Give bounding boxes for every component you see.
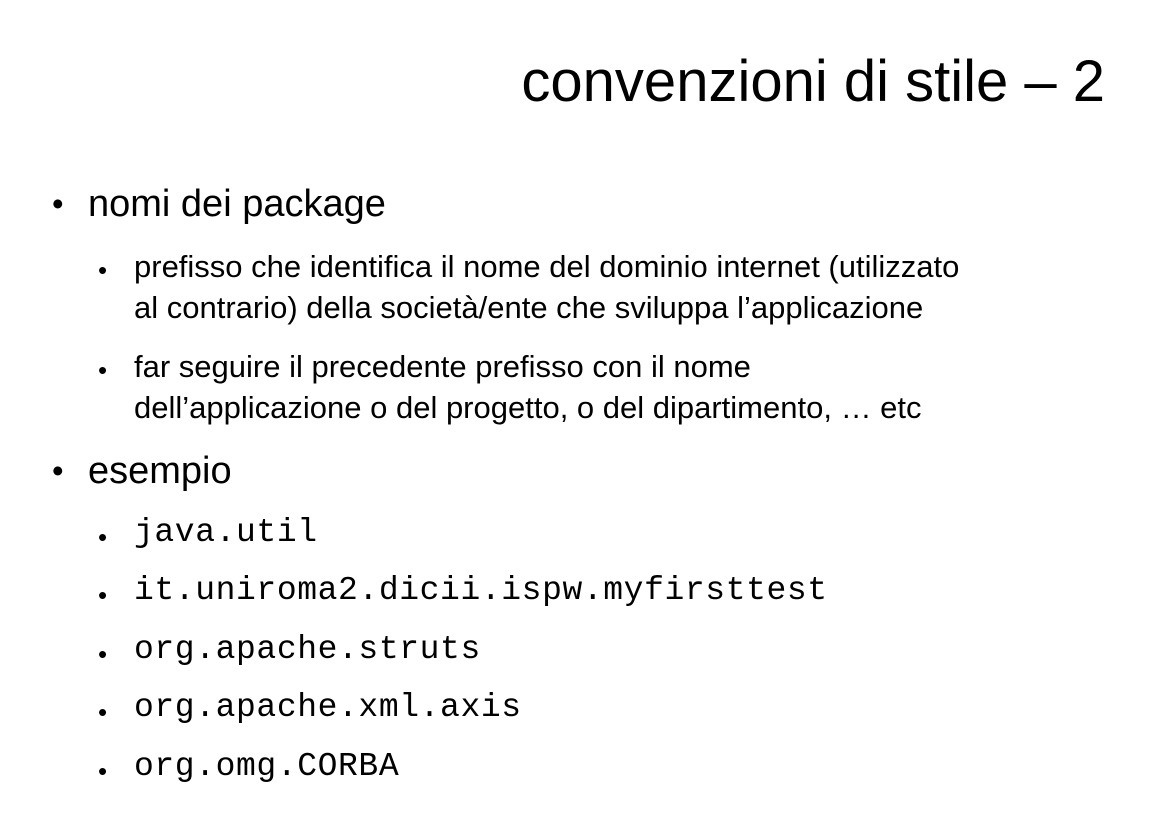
bullet-dot-icon: • <box>98 756 108 786</box>
package-name: java.util <box>134 514 318 551</box>
bullet-label: esempio <box>88 450 232 492</box>
slide: convenzioni di stile – 2 • nomi dei pack… <box>0 0 1157 816</box>
package-name: org.omg.CORBA <box>134 748 400 785</box>
bullet-dot-icon: • <box>52 185 64 222</box>
bullet-label: nomi dei package <box>88 183 386 225</box>
bullet-dot-icon: • <box>98 580 108 610</box>
bullet-dot-icon: • <box>98 697 108 727</box>
bullet-dot-icon: • <box>98 522 108 552</box>
slide-title: convenzioni di stile – 2 <box>521 49 1105 114</box>
bullet-dot-icon: • <box>98 355 108 385</box>
bullet-dot-icon: • <box>98 255 108 285</box>
package-name: org.apache.xml.axis <box>134 689 522 726</box>
sub-bullet-line: al contrario) della società/ente che svi… <box>134 290 924 325</box>
sub-bullet-line: prefisso che identifica il nome del domi… <box>134 249 960 284</box>
sub-bullet-line: dell’applicazione o del progetto, o del … <box>134 390 922 425</box>
sub-bullet-line: far seguire il precedente prefisso con i… <box>134 349 751 384</box>
package-name: it.uniroma2.dicii.ispw.myfirsttest <box>134 572 828 609</box>
package-name: org.apache.struts <box>134 631 481 668</box>
bullet-dot-icon: • <box>52 452 64 489</box>
bullet-dot-icon: • <box>98 639 108 669</box>
